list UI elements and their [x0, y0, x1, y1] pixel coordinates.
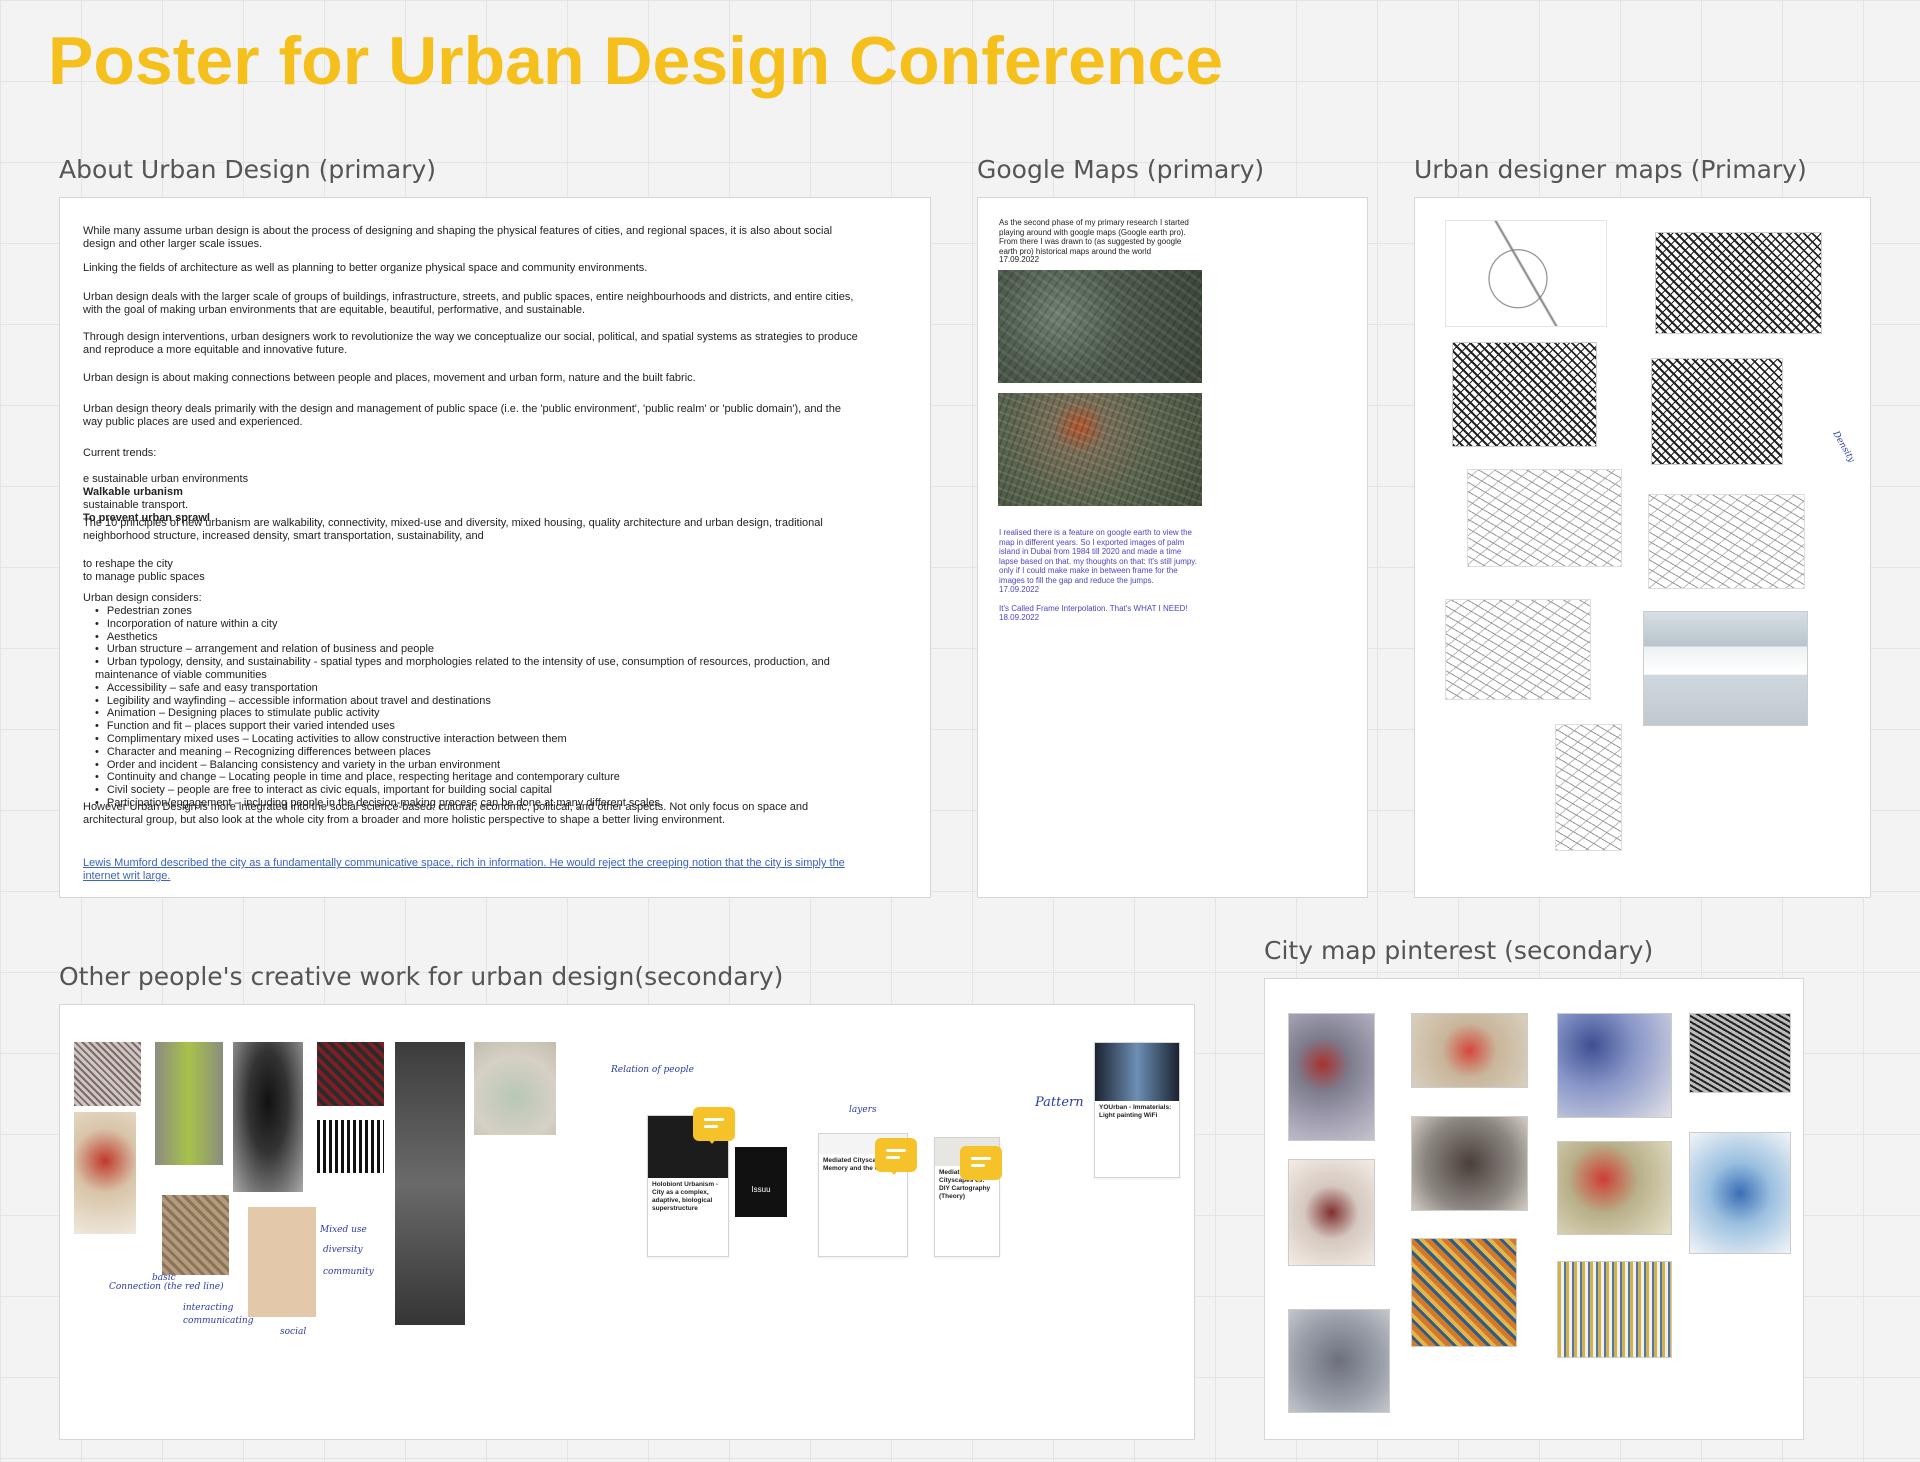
google-date2: 17.09.2022: [999, 585, 1040, 594]
card-yourban-title: YOUrban - Immaterials: Light painting Wi…: [1099, 1104, 1172, 1119]
about-trend3: sustainable transport.: [83, 499, 189, 511]
hand-communicating: communicating: [183, 1316, 254, 1326]
hand-community: community: [323, 1267, 374, 1277]
card-yourban[interactable]: YOUrban - Immaterials: Light painting Wi…: [1094, 1042, 1180, 1178]
about-trends-label: Current trends:: [83, 447, 157, 459]
designer-map-2[interactable]: [1655, 232, 1822, 334]
satellite-image-2[interactable]: [998, 393, 1202, 506]
designer-map-6[interactable]: [1648, 494, 1805, 589]
about-manage: to manage public spaces: [83, 571, 205, 583]
others-img-6[interactable]: [317, 1120, 384, 1173]
hand-mixed: Mixed use: [320, 1225, 367, 1235]
designer-map-1[interactable]: [1445, 220, 1607, 327]
pinterest-img-1[interactable]: [1288, 1013, 1375, 1141]
about-list-item: Aesthetics: [95, 631, 885, 644]
issuu-label: Issuu: [751, 1185, 771, 1194]
hand-interacting: interacting: [183, 1303, 234, 1313]
others-img-7[interactable]: [395, 1042, 465, 1325]
others-img-5[interactable]: [317, 1042, 384, 1106]
google-note: I realised there is a feature on google …: [999, 528, 1197, 585]
board-title: Poster for Urban Design Conference: [48, 23, 1224, 99]
about-frame[interactable]: While many assume urban design is about …: [59, 197, 931, 898]
google-date3: 18.09.2022: [999, 613, 1040, 622]
designer-map-4[interactable]: [1651, 358, 1783, 465]
hand-layers: layers: [849, 1105, 877, 1115]
about-trend2: Walkable urbanism: [83, 486, 183, 498]
pinterest-img-7[interactable]: [1557, 1141, 1672, 1235]
about-list-item: Continuity and change – Locating people …: [95, 771, 885, 784]
about-list-item: Legibility and wayfinding – accessible i…: [95, 695, 885, 708]
comment-icon-1[interactable]: [693, 1107, 735, 1144]
pinterest-img-8[interactable]: [1689, 1132, 1791, 1254]
comment-icon-2[interactable]: [875, 1138, 917, 1175]
about-p7: The 10 principles of new urbanism are wa…: [83, 517, 823, 542]
hand-relation: Relation of people: [611, 1065, 694, 1075]
about-considers: Urban design considers:: [83, 592, 202, 604]
google-intro: As the second phase of my primary resear…: [999, 218, 1189, 256]
about-reshape: to reshape the city: [83, 558, 173, 570]
about-trend1: e sustainable urban environments: [83, 473, 249, 485]
others-img-4[interactable]: [233, 1042, 303, 1192]
others-frame[interactable]: Connection (the red line) basic interact…: [59, 1004, 1195, 1440]
comment-icon-3[interactable]: [960, 1146, 1002, 1183]
pinterest-img-9[interactable]: [1411, 1238, 1517, 1347]
designer-poster[interactable]: [1643, 611, 1808, 726]
hand-diversity: diversity: [323, 1245, 363, 1255]
about-p5: Urban design is about making connections…: [83, 372, 696, 384]
designer-map-7[interactable]: [1445, 599, 1591, 700]
section-title-others: Other people's creative work for urban d…: [59, 962, 784, 991]
about-list-item: Urban typology, density, and sustainabil…: [95, 656, 885, 682]
hand-pattern: Pattern: [1035, 1095, 1084, 1110]
section-title-designer: Urban designer maps (Primary): [1414, 155, 1807, 184]
about-p1: While many assume urban design is about …: [83, 225, 833, 250]
about-list-item: Pedestrian zones: [95, 605, 885, 618]
pinterest-frame[interactable]: [1264, 978, 1804, 1440]
others-img-8[interactable]: [474, 1042, 556, 1135]
section-title-about: About Urban Design (primary): [59, 155, 437, 184]
hand-social: social: [280, 1327, 307, 1337]
mumford-link[interactable]: Lewis Mumford described the city as a fu…: [83, 857, 863, 883]
designer-maps-frame[interactable]: Density: [1414, 197, 1871, 898]
pinterest-img-5[interactable]: [1288, 1159, 1375, 1266]
others-img-3[interactable]: [155, 1042, 223, 1165]
about-list-item: Function and fit – places support their …: [95, 720, 885, 733]
designer-map-5[interactable]: [1467, 469, 1622, 567]
about-p8: However Urban Design is more integrated …: [83, 801, 809, 826]
satellite-image-1[interactable]: [998, 270, 1202, 383]
google-maps-frame[interactable]: As the second phase of my primary resear…: [977, 197, 1368, 898]
about-list-item: Incorporation of nature within a city: [95, 618, 885, 631]
pinterest-img-11[interactable]: [1288, 1309, 1390, 1413]
density-note: Density: [1830, 429, 1857, 465]
section-title-pinterest: City map pinterest (secondary): [1264, 936, 1654, 965]
hand-connection: Connection (the red line): [109, 1282, 224, 1292]
about-list-item: Animation – Designing places to stimulat…: [95, 707, 885, 720]
about-list-item: Order and incident – Balancing consisten…: [95, 759, 885, 772]
about-considers-list: Pedestrian zonesIncorporation of nature …: [95, 605, 885, 810]
others-img-10[interactable]: [248, 1207, 316, 1317]
about-list-item: Character and meaning – Recognizing diff…: [95, 746, 885, 759]
designer-map-3[interactable]: [1452, 342, 1597, 447]
pinterest-img-2[interactable]: [1411, 1013, 1528, 1088]
section-title-google: Google Maps (primary): [977, 155, 1265, 184]
pinterest-img-4[interactable]: [1689, 1013, 1791, 1093]
google-date1: 17.09.2022: [999, 255, 1040, 264]
about-list-item: Civil society – people are free to inter…: [95, 784, 885, 797]
about-p3: Urban design deals with the larger scale…: [83, 291, 854, 316]
about-list-item: Urban structure – arrangement and relati…: [95, 643, 885, 656]
others-img-9[interactable]: [162, 1195, 229, 1275]
card-holobiont-title: Holobiont Urbanism - City as a complex, …: [652, 1181, 719, 1212]
about-p4: Through design interventions, urban desi…: [83, 331, 858, 356]
about-list-item: Accessibility – safe and easy transporta…: [95, 682, 885, 695]
pinterest-img-6[interactable]: [1411, 1116, 1528, 1211]
others-img-1[interactable]: [74, 1042, 141, 1106]
issuu-thumb[interactable]: Issuu: [735, 1147, 787, 1217]
about-p2: Linking the fields of architecture as we…: [83, 262, 648, 274]
about-list-item: Complimentary mixed uses – Locating acti…: [95, 733, 885, 746]
hand-basic: basic: [152, 1273, 176, 1283]
others-img-2[interactable]: [74, 1112, 136, 1234]
pinterest-img-3[interactable]: [1557, 1013, 1672, 1118]
designer-map-8[interactable]: [1555, 724, 1622, 851]
about-p6: Urban design theory deals primarily with…: [83, 403, 841, 428]
pinterest-img-10[interactable]: [1557, 1261, 1672, 1358]
